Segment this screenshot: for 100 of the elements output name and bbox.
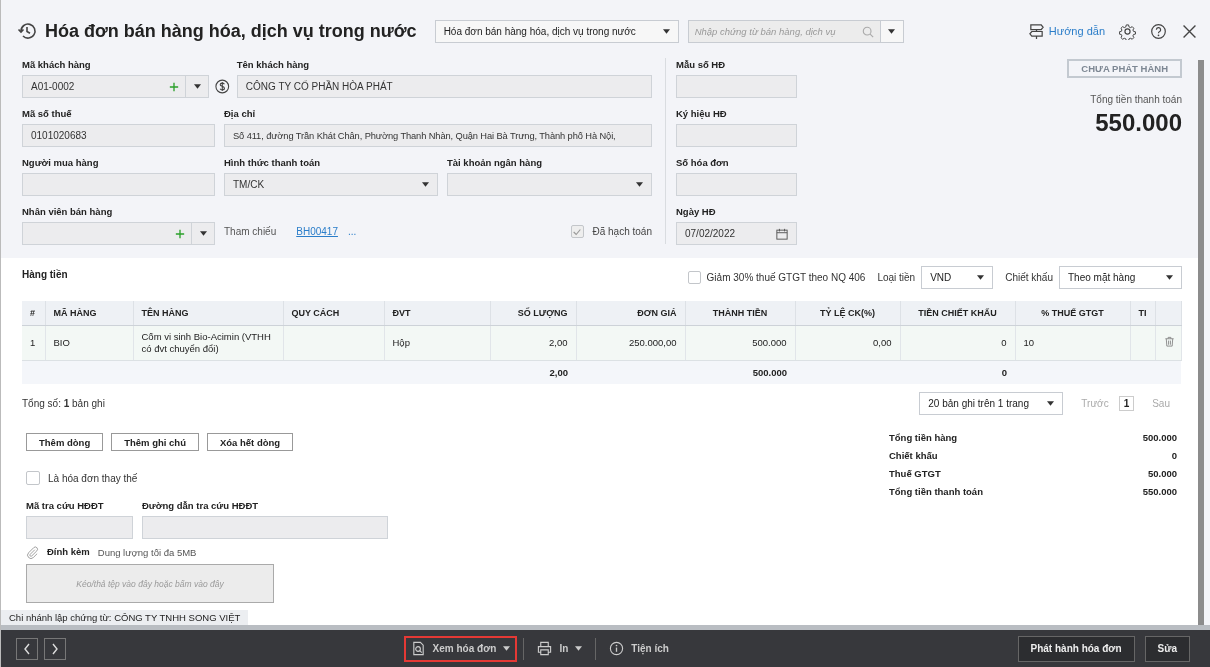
buyer-field[interactable] <box>22 173 215 196</box>
more-link[interactable]: ... <box>347 226 357 237</box>
table-cell: 500.000 <box>752 337 787 349</box>
invoice-symbol-field[interactable] <box>676 124 797 147</box>
document-type-select[interactable]: Hóa đơn bán hàng hóa, dịch vụ trong nước <box>434 19 679 43</box>
total-value: 550.000 <box>1095 109 1182 137</box>
column-header[interactable]: # <box>22 301 45 326</box>
table-cell: 10 <box>1023 337 1035 349</box>
row-action-button[interactable]: Thêm ghi chú <box>111 433 199 451</box>
chevron-right-icon <box>51 642 59 655</box>
replacement-label: Là hóa đơn thay thế <box>48 472 138 484</box>
caret-icon[interactable] <box>193 84 201 89</box>
search-icon <box>861 25 874 38</box>
caret-icon <box>1047 400 1055 406</box>
posted-checkbox[interactable] <box>570 225 584 238</box>
currency-select[interactable]: VND <box>921 266 994 289</box>
caret-icon <box>636 182 643 187</box>
field-label: Mẫu số HĐ <box>676 58 727 72</box>
settings-icon[interactable] <box>1119 22 1136 40</box>
vat-reduction-checkbox[interactable] <box>687 271 701 284</box>
view-invoice-button[interactable]: Xem hóa đơn <box>403 635 518 662</box>
row-action-button[interactable]: Thêm dòng <box>26 433 104 451</box>
discount-select[interactable]: Theo mặt hàng <box>1059 266 1182 289</box>
footer-button[interactable]: Phát hành hóa đơn <box>1017 635 1135 662</box>
column-header[interactable]: ĐVT <box>384 301 490 326</box>
column-header[interactable]: ĐƠN GIÁ <box>576 301 685 326</box>
document-search-icon <box>410 641 426 656</box>
field-label: Ngày HĐ <box>676 205 717 219</box>
discount-label: Chiết khấu <box>1005 272 1053 283</box>
customer-code-field[interactable]: A01-0002 <box>22 75 210 98</box>
plus-icon[interactable] <box>175 228 185 239</box>
table-cell: 0 <box>1001 337 1007 349</box>
field-label: Hình thức thanh toán <box>224 156 322 170</box>
salesperson-field[interactable] <box>22 222 215 245</box>
lookup-url-field[interactable] <box>142 516 388 539</box>
column-header[interactable]: TỶ LỆ CK(%) <box>795 301 900 326</box>
column-header[interactable]: MÃ HÀNG <box>45 301 133 326</box>
tax-code-field[interactable]: 0101020683 <box>22 124 215 147</box>
caret-icon <box>662 28 670 34</box>
invoice-template-field[interactable] <box>676 75 797 98</box>
calendar-icon[interactable] <box>776 227 788 240</box>
invoice-number-field[interactable] <box>676 173 797 196</box>
field-label: Số hóa đơn <box>676 156 730 170</box>
table-cell: Cốm vi sinh Bio-Acimin (VTHH có đvt chuyển đổi) <box>141 331 271 354</box>
table-cell: 250.000,00 <box>628 337 677 349</box>
replacement-checkbox[interactable] <box>26 471 40 485</box>
caret-icon <box>888 28 896 34</box>
utilities-button[interactable]: Tiện ích <box>602 635 676 662</box>
caret-icon <box>1166 275 1173 280</box>
lookup-code-field[interactable] <box>26 516 133 539</box>
plus-icon[interactable] <box>169 81 180 92</box>
checkmark-icon <box>572 226 582 237</box>
field-label: Tài khoản ngân hàng <box>447 156 543 170</box>
column-header[interactable]: TI <box>1130 301 1155 326</box>
table-cell: 0,00 <box>873 337 892 349</box>
table-cell: Hộp <box>392 337 410 349</box>
page-number[interactable]: 1 <box>1118 395 1135 411</box>
payment-method-select[interactable]: TM/CK <box>224 173 438 196</box>
guide-link[interactable]: Hướng dẫn <box>1048 25 1105 37</box>
dollar-icon[interactable] <box>215 79 230 94</box>
search-field[interactable]: Nhập chứng từ bán hàng, dịch vụ <box>687 19 881 43</box>
column-header[interactable]: % THUẾ GTGT <box>1015 301 1130 326</box>
trash-icon[interactable] <box>1163 336 1175 348</box>
chevron-left-icon <box>23 642 31 655</box>
address-field[interactable]: Số 411, đường Trần Khát Chân, Phường Thanh Nhàn, Quận Hai Bà Trưng, Thành phố Hà Nội, <box>224 124 652 147</box>
info-icon <box>609 641 625 656</box>
next-button[interactable] <box>44 637 66 660</box>
column-header[interactable]: TÊN HÀNG <box>133 301 283 326</box>
attachment-label: Đính kèm <box>47 545 90 559</box>
row-action-button[interactable]: Xóa hết dòng <box>206 433 294 451</box>
summary-label: Thuế GTGT <box>889 468 941 479</box>
column-header[interactable]: QUY CÁCH <box>283 301 384 326</box>
invoice-date-field[interactable]: 07/02/2022 <box>676 222 797 245</box>
summary-label: Tổng tiền thanh toán <box>889 486 983 497</box>
search-dropdown-button[interactable] <box>880 19 904 43</box>
column-header[interactable]: SỐ LƯỢNG <box>490 301 576 326</box>
footer-button[interactable]: Sửa <box>1144 635 1190 662</box>
page-size-select[interactable]: 20 bản ghi trên 1 trang <box>919 391 1064 415</box>
field-label: Nhân viên bán hàng <box>22 205 114 219</box>
total-label: Tổng tiền thanh toán <box>1090 94 1182 105</box>
previous-button[interactable] <box>16 637 38 660</box>
field-label: Mã khách hàng <box>22 58 92 72</box>
total-cell: 0 <box>1001 366 1007 378</box>
field-label: Ký hiệu HĐ <box>676 107 728 121</box>
column-header[interactable]: TIỀN CHIẾT KHẤU <box>900 301 1015 326</box>
window-title: Hóa đơn bán hàng hóa, dịch vụ trong nước <box>45 20 417 42</box>
table-cell: 2,00 <box>549 337 568 349</box>
help-icon[interactable] <box>1150 22 1167 40</box>
history-icon[interactable] <box>17 21 37 41</box>
reference-link[interactable]: BH00417 <box>296 226 338 237</box>
summary-value: 0 <box>1171 450 1177 461</box>
caret-icon[interactable] <box>199 231 207 236</box>
field-label: Địa chỉ <box>224 107 257 121</box>
print-button[interactable]: In <box>530 635 590 662</box>
printer-icon <box>537 641 553 656</box>
customer-name-field[interactable]: CÔNG TY CỔ PHẦN HÒA PHÁT <box>236 75 652 98</box>
scrollbar-thumb[interactable] <box>1198 60 1204 625</box>
column-header[interactable]: THÀNH TIỀN <box>685 301 795 326</box>
attachment-hint: Dung lượng tối đa 5MB <box>97 546 197 558</box>
paperclip-icon <box>26 545 39 559</box>
